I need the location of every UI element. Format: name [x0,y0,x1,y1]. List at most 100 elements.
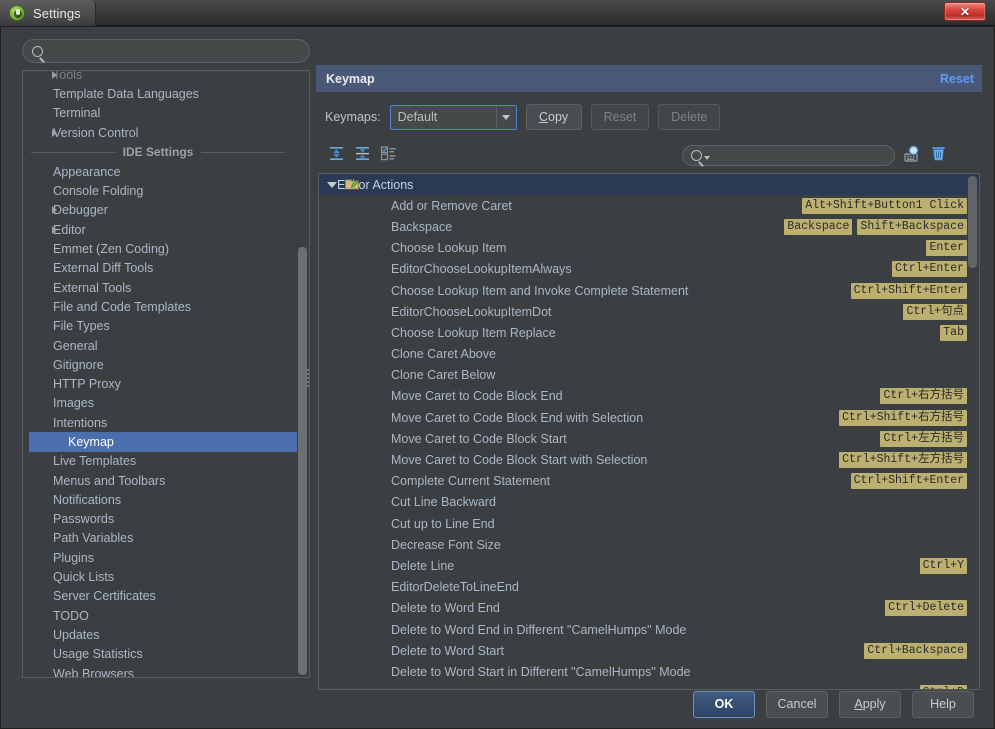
find-actions-field[interactable] [682,145,895,166]
delete-shortcut-icon[interactable] [929,144,948,168]
page-title: Keymap [326,72,375,86]
table-row[interactable]: Cut Line Backward [319,492,979,513]
table-row[interactable]: EditorChooseLookupItemAlways Ctrl+Enter [319,259,979,280]
sidebar-item-emmet[interactable]: Emmet (Zen Coding) [23,239,297,258]
sidebar-item-web-browsers[interactable]: Web Browsers [23,664,297,678]
sidebar-item-server-certificates[interactable]: Server Certificates [23,587,297,606]
sidebar-item-quick-lists[interactable]: Quick Lists [23,567,297,586]
sidebar-item-intentions[interactable]: Intentions [23,413,297,432]
find-actions-input[interactable] [716,149,894,163]
chevron-down-icon[interactable] [327,182,337,188]
header-reset-link[interactable]: Reset [940,72,974,86]
action-name: Backspace [391,220,452,234]
table-row[interactable]: Choose Lookup Item Enter [319,238,979,259]
action-name: Complete Current Statement [391,474,550,488]
table-row[interactable]: Choose Lookup Item and Invoke Complete S… [319,280,979,301]
table-row[interactable]: Move Caret to Code Block End Ctrl+右方括号 [319,386,979,407]
chevron-down-icon[interactable] [496,106,516,129]
table-row[interactable]: Add or Remove Caret Alt+Shift+Button1 Cl… [319,195,979,216]
table-row[interactable]: EditorDeleteToLineEnd [319,577,979,598]
copy-button[interactable]: Copy [526,104,582,130]
table-row[interactable]: Clone Caret Below [319,365,979,386]
keymap-select[interactable]: Default [390,105,517,130]
table-row[interactable]: Cut up to Line End [319,513,979,534]
reset-button[interactable]: Reset [591,104,650,130]
sidebar-item-plugins[interactable]: Plugins [23,548,297,567]
table-row[interactable]: Delete to Word Start Ctrl+Backspace [319,640,979,661]
table-row[interactable]: Delete Line Ctrl+Y [319,555,979,576]
sidebar-item-passwords[interactable]: Passwords [23,510,297,529]
collapse-all-icon[interactable] [354,145,371,167]
table-row[interactable]: Decrease Font Size [319,534,979,555]
table-row[interactable]: Delete to Word End Ctrl+Delete [319,598,979,619]
sidebar-item-external-diff-tools[interactable]: External Diff Tools [23,259,297,278]
sidebar-item-gitignore[interactable]: Gitignore [23,355,297,374]
sidebar-item-console-folding[interactable]: Console Folding [23,181,297,200]
window-title-tab: Settings [0,0,96,26]
status-badge: Ctrl+左方括号 [880,431,967,447]
table-row[interactable]: Choose Lookup Item Replace Tab [319,322,979,343]
sidebar-item-live-templates[interactable]: Live Templates [23,452,297,471]
sidebar-search-box[interactable] [22,39,310,63]
sidebar-item-external-tools[interactable]: External Tools [23,278,297,297]
table-row[interactable]: EditorChooseLookupItemDot Ctrl+句点 [319,301,979,322]
sidebar-item-template-data-languages[interactable]: Template Data Languages [23,84,297,103]
search-input[interactable] [49,44,309,58]
table-row[interactable]: Clone Caret Above [319,344,979,365]
find-by-shortcut-icon[interactable] [903,144,922,168]
close-icon[interactable]: ✕ [944,2,986,21]
sidebar-item-file-types[interactable]: File Types [23,317,297,336]
table-row[interactable]: Complete Current Statement Ctrl+Shift+En… [319,471,979,492]
sidebar-item-file-and-code-templates[interactable]: File and Code Templates [23,297,297,316]
table-row[interactable]: Move Caret to Code Block Start Ctrl+左方括号 [319,428,979,449]
sidebar-item-debugger[interactable]: Debugger [23,201,297,220]
sidebar-item-label: File and Code Templates [53,300,191,314]
sidebar-item-updates[interactable]: Updates [23,625,297,644]
action-name: EditorDeleteToLineEnd [391,580,519,594]
sidebar-group-label: IDE Settings [123,145,194,159]
sidebar-item-editor[interactable]: Editor [23,220,297,239]
chevron-right-icon [52,129,57,137]
sidebar-item-appearance[interactable]: Appearance [23,162,297,181]
window-title: Settings [33,6,81,21]
sidebar-item-path-variables[interactable]: Path Variables [23,529,297,548]
table-row[interactable]: Delete to Word End in Different "CamelHu… [319,619,979,640]
sidebar-item-notifications[interactable]: Notifications [23,490,297,509]
sidebar-item-tools-cut[interactable]: Tools [23,70,297,84]
sidebar-item-images[interactable]: Images [23,394,297,413]
sidebar-item-todo[interactable]: TODO [23,606,297,625]
sidebar-item-label: Notifications [53,493,121,507]
status-badge: Backspace [784,219,852,235]
table-row[interactable]: Move Caret to Code Block End with Select… [319,407,979,428]
actions-tree-frame: Editor Actions Add or Remove Caret Alt+S… [318,173,980,690]
expand-all-icon[interactable] [328,145,345,167]
action-name: Delete to Word Start [391,644,504,658]
cancel-button[interactable]: Cancel [766,691,828,718]
actions-group-editor-actions[interactable]: Editor Actions [319,174,979,195]
sidebar-scrollbar-thumb[interactable] [298,247,307,675]
sidebar-group-ide-settings: IDE Settings [23,142,297,162]
actions-scrollbar-thumb[interactable] [968,176,977,268]
apply-button[interactable]: Apply [839,691,901,718]
pane-splitter-handle[interactable] [305,367,311,389]
sidebar-item-label: Debugger [53,203,108,217]
filter-icon[interactable] [380,145,397,167]
sidebar-item-general[interactable]: General [23,336,297,355]
table-row[interactable]: Backspace Backspace Shift+Backspace [319,216,979,237]
action-name: Choose Lookup Item Replace [391,326,556,340]
help-button[interactable]: Help [912,691,974,718]
sidebar-item-usage-statistics[interactable]: Usage Statistics [23,645,297,664]
ok-button[interactable]: OK [693,691,755,718]
sidebar-item-keymap[interactable]: Keymap [29,432,297,451]
sidebar-item-terminal[interactable]: Terminal [23,104,297,123]
sidebar-item-menus-and-toolbars[interactable]: Menus and Toolbars [23,471,297,490]
keymap-header: Keymap Reset [316,65,982,92]
sidebar-item-label: External Tools [53,281,131,295]
sidebar-item-http-proxy[interactable]: HTTP Proxy [23,374,297,393]
sidebar-item-version-control[interactable]: Version Control [23,123,297,142]
status-badge: Ctrl+右方括号 [880,388,967,404]
sidebar-item-label: File Types [53,319,110,333]
delete-button[interactable]: Delete [658,104,720,130]
chevron-down-icon[interactable] [704,156,710,160]
table-row[interactable]: Move Caret to Code Block Start with Sele… [319,449,979,470]
